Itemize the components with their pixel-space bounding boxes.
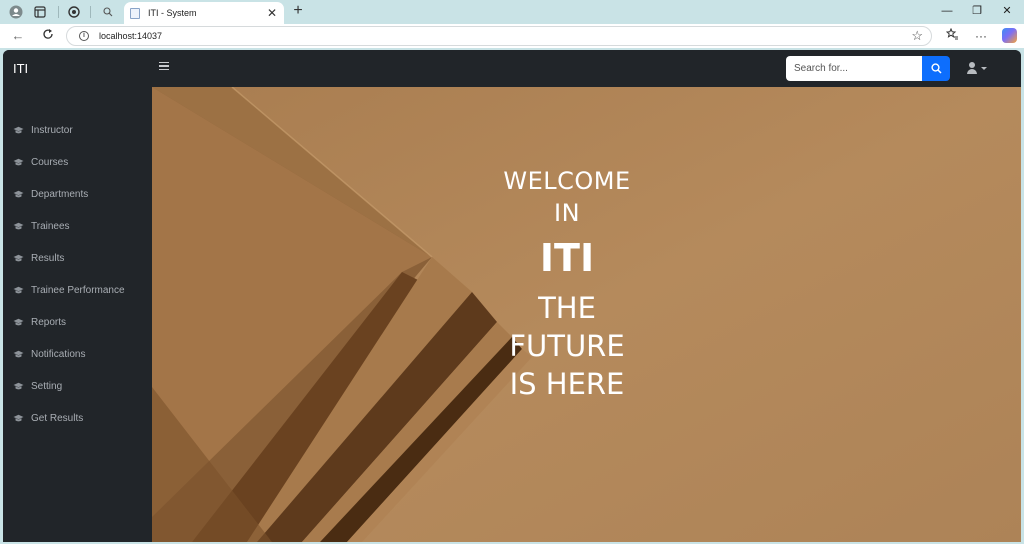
more-options-icon[interactable]: ··· — [973, 28, 989, 44]
search-icon — [930, 63, 942, 74]
the-line: THE — [538, 291, 596, 325]
active-tab[interactable]: ITI - System ✕ — [124, 2, 284, 24]
browser-toolbar: ← i localhost:14037 ☆ ··· — [0, 24, 1024, 48]
sidebar-item-label: Results — [31, 252, 65, 264]
sidebar-item-label: Notifications — [31, 348, 86, 360]
address-bar[interactable]: i localhost:14037 ☆ — [66, 26, 932, 46]
chevron-down-icon — [981, 66, 987, 70]
new-tab-button[interactable]: + — [290, 2, 306, 20]
favorite-star-icon[interactable]: ☆ — [911, 28, 923, 44]
restore-icon[interactable]: ❐ — [962, 3, 992, 19]
sidebar-item-reports[interactable]: Reports — [13, 314, 66, 330]
sidebar-item-label: Trainee Performance — [31, 284, 125, 296]
sidebar-item-departments[interactable]: Departments — [13, 186, 88, 202]
user-icon — [967, 62, 977, 74]
search-button[interactable] — [922, 56, 950, 81]
sidebar-item-label: Instructor — [31, 124, 73, 136]
search-tab-icon[interactable] — [100, 4, 116, 20]
graduation-cap-icon — [13, 189, 24, 199]
tab-separator — [58, 6, 59, 18]
tab-title: ITI - System — [148, 8, 197, 18]
profile-icon[interactable] — [8, 4, 24, 20]
sidebar-item-label: Get Results — [31, 412, 84, 424]
workspaces-icon[interactable] — [32, 4, 48, 20]
sidebar-item-courses[interactable]: Courses — [13, 154, 68, 170]
brand-title[interactable]: ITI — [13, 61, 28, 76]
sidebar-item-setting[interactable]: Setting — [13, 378, 62, 394]
sidebar: Instructor Courses Departments Trainees … — [3, 87, 152, 542]
sidebar-item-results[interactable]: Results — [13, 250, 64, 266]
sidebar-item-label: Reports — [31, 316, 67, 328]
graduation-cap-icon — [13, 157, 24, 167]
pinned-tab-icon[interactable] — [66, 4, 82, 20]
graduation-cap-icon — [13, 349, 24, 359]
sidebar-item-instructor[interactable]: Instructor — [13, 122, 73, 138]
future-line: FUTURE — [509, 329, 625, 363]
sidebar-item-label: Setting — [31, 380, 63, 392]
top-navbar: ITI — [3, 50, 1021, 87]
minimize-icon[interactable]: — — [932, 3, 962, 19]
welcome-text-block: WELCOME IN ITI THE FUTURE IS HERE — [452, 165, 682, 403]
app-window: ITI Instructor Courses Departments — [3, 50, 1021, 542]
favorites-icon[interactable] — [944, 27, 960, 44]
in-line: IN — [553, 199, 581, 227]
browser-tab-strip: ITI - System ✕ + — ❐ ✕ — [0, 0, 1024, 24]
close-window-icon[interactable]: ✕ — [992, 3, 1022, 19]
graduation-cap-icon — [13, 317, 24, 327]
sidebar-item-label: Trainees — [31, 220, 70, 232]
sidebar-item-label: Courses — [31, 156, 69, 168]
is-here-line: IS HERE — [509, 367, 625, 401]
search-input[interactable] — [786, 56, 922, 81]
welcome-line: WELCOME — [503, 167, 631, 195]
user-menu-dropdown[interactable] — [967, 62, 987, 74]
welcome-hero: WELCOME IN ITI THE FUTURE IS HERE — [152, 87, 1021, 542]
sidebar-item-get-results[interactable]: Get Results — [13, 410, 83, 426]
tab-separator — [90, 6, 91, 18]
close-tab-icon[interactable]: ✕ — [266, 6, 278, 20]
sidebar-toggle-icon[interactable] — [159, 62, 169, 70]
site-info-icon[interactable]: i — [79, 31, 89, 41]
page-favicon-icon — [130, 7, 140, 19]
copilot-icon[interactable] — [1002, 28, 1017, 43]
search-form — [786, 56, 950, 81]
reload-icon[interactable] — [40, 28, 56, 44]
graduation-cap-icon — [13, 285, 24, 295]
graduation-cap-icon — [13, 253, 24, 263]
graduation-cap-icon — [13, 125, 24, 135]
iti-heading: ITI — [539, 236, 595, 280]
graduation-cap-icon — [13, 413, 24, 423]
graduation-cap-icon — [13, 381, 24, 391]
sidebar-item-notifications[interactable]: Notifications — [13, 346, 85, 362]
url-text[interactable]: localhost:14037 — [99, 31, 911, 41]
graduation-cap-icon — [13, 221, 24, 231]
sidebar-item-label: Departments — [31, 188, 89, 200]
back-icon[interactable]: ← — [10, 28, 26, 44]
sidebar-item-trainees[interactable]: Trainees — [13, 218, 70, 234]
sidebar-item-trainee-performance[interactable]: Trainee Performance — [13, 282, 125, 298]
